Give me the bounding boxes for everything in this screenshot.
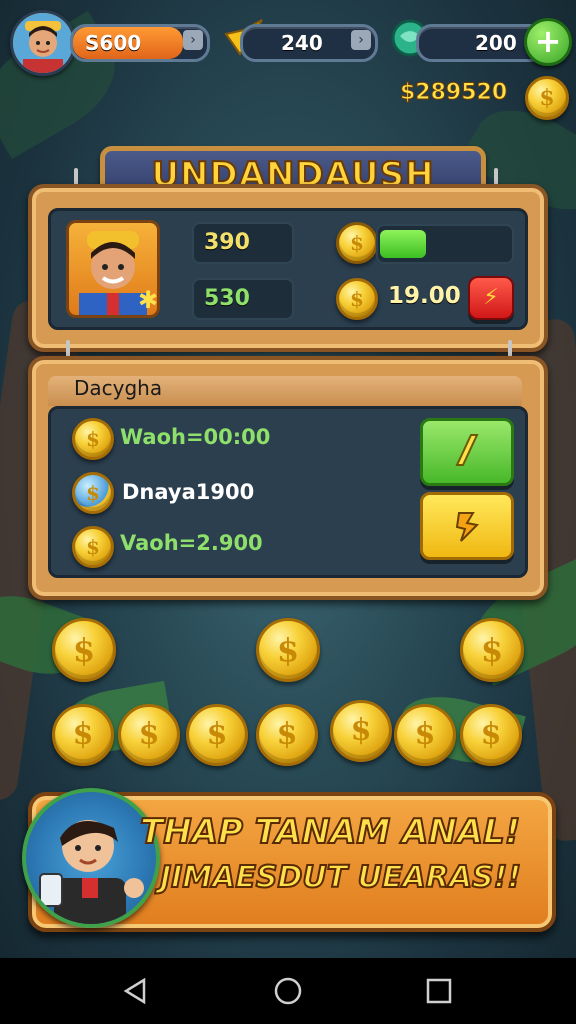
coin-pickup[interactable]: $ xyxy=(330,700,392,762)
promo-avatar xyxy=(22,788,160,928)
promo-subline: JIMAESDUT UEARAS!! xyxy=(159,859,522,896)
rewards-title: Dacygha xyxy=(74,376,163,400)
gems-value: 200 xyxy=(475,31,517,55)
coin-pickup[interactable]: $ xyxy=(52,704,114,766)
coin-pickup[interactable]: $ xyxy=(256,618,320,682)
stat-slot-2: 530 xyxy=(192,278,294,320)
stat-slot-1: 390 xyxy=(192,222,294,264)
chevron-right-icon[interactable]: › xyxy=(351,30,371,50)
boost-button[interactable]: ⚡ xyxy=(468,276,514,320)
energy-counter: 240 › xyxy=(240,24,378,62)
collect-button[interactable] xyxy=(420,418,514,486)
progress-fill xyxy=(380,230,426,258)
stat-2-value: 530 xyxy=(204,286,250,311)
reward-row-3-label: Vaoh=2.900 xyxy=(120,531,263,555)
character-icon xyxy=(39,820,144,924)
coin-pickup[interactable]: $ xyxy=(118,704,180,766)
coin-icon: $ xyxy=(72,418,114,460)
coin-icon: $ xyxy=(72,526,114,568)
bolt-icon xyxy=(455,512,480,542)
speedup-button[interactable] xyxy=(420,492,514,560)
reward-row-2-label: Dnaya1900 xyxy=(122,480,255,504)
coin-pickup[interactable]: $ xyxy=(186,704,248,766)
promo-headline: THAP TANAM ANAL! xyxy=(139,811,521,853)
sub-balance: $289520 xyxy=(399,80,508,106)
sparkle-icon: ✱ xyxy=(138,286,159,314)
back-icon[interactable] xyxy=(118,974,152,1008)
reward-row-1-label: Waoh=00:00 xyxy=(120,425,271,449)
cash-counter: S600 › xyxy=(70,24,210,62)
system-nav-bar xyxy=(0,958,576,1024)
coin-pickup[interactable]: $ xyxy=(52,618,116,682)
player-avatar-button[interactable] xyxy=(10,10,76,76)
coin-pickup[interactable]: $ xyxy=(394,704,456,766)
cash-value: S600 xyxy=(85,31,142,55)
recents-icon[interactable] xyxy=(422,974,456,1008)
gem-coin-icon: $ xyxy=(72,472,114,514)
progress-track xyxy=(376,224,514,264)
player-face-icon xyxy=(13,13,73,73)
add-gems-button[interactable]: + xyxy=(524,18,572,66)
gear-coin-icon: $ xyxy=(336,222,378,264)
energy-value: 240 xyxy=(281,31,323,55)
coin-amount: 19.00 xyxy=(388,283,461,309)
coin-pickup[interactable]: $ xyxy=(256,704,318,766)
stat-1-value: 390 xyxy=(204,230,250,255)
chevron-right-icon[interactable]: › xyxy=(183,30,203,50)
home-icon[interactable] xyxy=(271,974,305,1008)
lightning-icon xyxy=(455,434,479,466)
coin-pickup[interactable]: $ xyxy=(460,704,522,766)
coin-icon[interactable]: $ xyxy=(525,76,569,120)
coin-icon: $ xyxy=(336,278,378,320)
coin-pickup[interactable]: $ xyxy=(460,618,524,682)
